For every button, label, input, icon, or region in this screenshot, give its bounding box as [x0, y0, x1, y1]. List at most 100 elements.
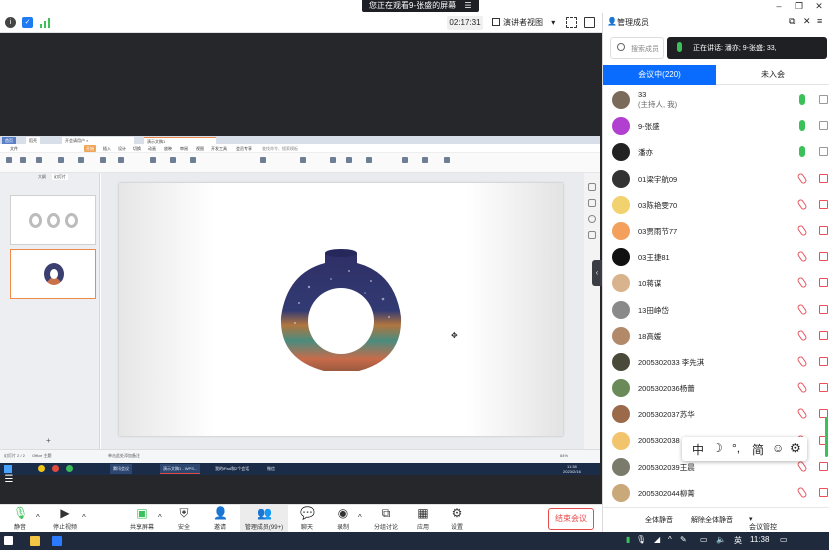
participant-row[interactable]: 33 (主持人, 我)	[603, 87, 829, 113]
participant-row[interactable]: 9-张盛	[603, 113, 829, 139]
wps-menu-insert[interactable]: 插入	[103, 145, 111, 152]
wps-menu-search[interactable]: 查找命令、搜索模板	[262, 145, 298, 152]
mute-all-button[interactable]: 全体静音	[645, 515, 673, 525]
ribbon-tool-icon[interactable]	[346, 157, 352, 163]
ribbon-tool-icon[interactable]	[36, 157, 42, 163]
video-camera-icon[interactable]	[819, 95, 828, 104]
microphone-muted-icon[interactable]	[796, 171, 808, 185]
tray-wifi-icon[interactable]: ◢	[654, 535, 660, 544]
video-off-icon[interactable]	[819, 173, 828, 183]
tray-notification-icon[interactable]: ▭	[780, 535, 788, 544]
layout-toggle-icon[interactable]	[584, 17, 595, 28]
record-options-chevron[interactable]: ^	[358, 513, 362, 522]
participant-row[interactable]: 2005302033 李先淇	[603, 349, 829, 375]
wps-menu-home[interactable]: 开始	[84, 145, 96, 152]
meeting-app-icon[interactable]	[52, 536, 62, 546]
microphone-muted-icon[interactable]	[796, 198, 808, 211]
unmute-all-button[interactable]: 解除全体静音	[691, 515, 733, 525]
signal-icon[interactable]	[40, 17, 51, 28]
microphone-muted-icon[interactable]	[796, 355, 808, 368]
ribbon-tool-icon[interactable]	[300, 157, 306, 163]
ime-emoji-icon[interactable]: ☺	[772, 441, 784, 455]
microphone-icon[interactable]	[799, 146, 805, 158]
breakout-button[interactable]: ⧉ 分组讨论	[370, 505, 402, 533]
wps-menu-view[interactable]: 视图	[196, 145, 204, 152]
add-slide-icon[interactable]: +	[46, 436, 51, 445]
wps-tab-presentation[interactable]: 演示文稿1	[144, 137, 216, 144]
participant-row[interactable]: 03陈艳雯70	[603, 192, 829, 218]
side-tool-icon[interactable]	[588, 215, 596, 223]
ime-simplified[interactable]: 简	[752, 441, 764, 458]
shield-icon[interactable]: ✓	[22, 17, 33, 28]
tab-in-meeting[interactable]: 会议中(220)	[603, 65, 716, 85]
panel-menu-icon[interactable]: ≡	[817, 16, 822, 26]
microphone-muted-icon[interactable]	[796, 276, 808, 290]
close-icon[interactable]: ✕	[809, 0, 829, 13]
wps-menu-member[interactable]: 会员专享	[236, 145, 252, 152]
ribbon-tool-icon[interactable]	[444, 157, 450, 163]
folder-icon[interactable]	[30, 536, 40, 546]
ribbon-tool-icon[interactable]	[190, 157, 196, 163]
microphone-muted-icon[interactable]	[796, 224, 808, 237]
slide-thumbnail-2[interactable]	[10, 249, 96, 299]
tray-ime-mode[interactable]: 英	[734, 535, 742, 546]
security-button[interactable]: ⛨ 安全	[172, 505, 196, 533]
end-meeting-button[interactable]: 结束会议	[548, 508, 594, 530]
info-icon[interactable]: i	[5, 17, 16, 28]
ribbon-tool-icon[interactable]	[422, 157, 428, 163]
stage-menu-icon[interactable]: ☰	[0, 473, 18, 487]
participant-row[interactable]: 潘亦	[603, 139, 829, 165]
microphone-muted-icon[interactable]	[796, 302, 808, 316]
zoom-level[interactable]: 84%	[560, 453, 568, 458]
wps-tab-doc[interactable]: 开会请用户 ×	[62, 137, 134, 144]
wps-menu-slideshow[interactable]: 放映	[164, 145, 172, 152]
video-off-icon[interactable]	[819, 278, 828, 288]
ribbon-tool-icon[interactable]	[402, 157, 408, 163]
invite-button[interactable]: 👤 邀请	[208, 505, 232, 533]
video-off-icon[interactable]	[819, 199, 828, 209]
ribbon-tool-icon[interactable]	[118, 157, 124, 163]
participant-row[interactable]: 2005302044柳菁	[603, 480, 829, 506]
tray-clock[interactable]: 11:38	[750, 535, 769, 544]
microphone-muted-icon[interactable]	[796, 329, 808, 342]
member-search-input[interactable]: 搜索成员	[610, 37, 664, 59]
mute-options-chevron[interactable]: ^	[36, 513, 40, 522]
video-off-icon[interactable]	[819, 357, 828, 366]
ribbon-tool-icon[interactable]	[260, 157, 266, 163]
ime-punctuation[interactable]: °,	[732, 441, 740, 455]
microphone-muted-icon[interactable]	[796, 460, 808, 473]
stop-video-button[interactable]: ▶ 停止视频	[48, 505, 82, 533]
ribbon-tool-icon[interactable]	[170, 157, 176, 163]
wps-tab-docer[interactable]: 稻壳	[26, 137, 40, 144]
side-tool-icon[interactable]	[588, 199, 596, 207]
minimize-icon[interactable]: –	[769, 0, 789, 13]
ime-moon-icon[interactable]: ☽	[712, 441, 723, 455]
video-off-icon[interactable]	[819, 383, 828, 393]
sharing-menu-icon[interactable]: ☰	[464, 1, 471, 10]
ribbon-tool-icon[interactable]	[58, 157, 64, 163]
ribbon-tool-icon[interactable]	[6, 157, 12, 163]
tray-volume-icon[interactable]: 🔈	[716, 535, 726, 544]
wps-menu-review[interactable]: 审阅	[180, 145, 188, 152]
wps-menu-animation[interactable]: 动画	[148, 145, 156, 152]
microphone-icon[interactable]	[799, 94, 805, 105]
video-off-icon[interactable]	[819, 488, 828, 497]
tab-not-joined[interactable]: 未入会	[716, 65, 829, 85]
participant-row[interactable]: 03贾雨节77	[603, 218, 829, 244]
list-scrollbar[interactable]	[825, 417, 828, 457]
chat-button[interactable]: 💬 聊天	[296, 505, 318, 533]
tray-network-icon[interactable]: ▭	[700, 535, 708, 544]
fullscreen-icon[interactable]	[566, 17, 577, 28]
pane-tab-outline[interactable]: 大纲	[38, 174, 46, 180]
windows-start-icon[interactable]	[4, 536, 13, 545]
microphone-muted-icon[interactable]	[796, 250, 808, 263]
tray-up-arrow-icon[interactable]: ^	[668, 535, 672, 544]
wps-menu-transition[interactable]: 切换	[133, 145, 141, 152]
wps-tab-home[interactable]: 首页	[2, 137, 16, 144]
tray-mic-icon[interactable]: 🎙	[636, 535, 646, 544]
participant-row[interactable]: 2005302036杨蕾	[603, 375, 829, 401]
video-off-icon[interactable]	[819, 147, 828, 157]
tray-pen-icon[interactable]: ✎	[680, 535, 687, 544]
microphone-muted-icon[interactable]	[796, 407, 808, 421]
wps-menu-file[interactable]: 文件	[10, 145, 18, 152]
